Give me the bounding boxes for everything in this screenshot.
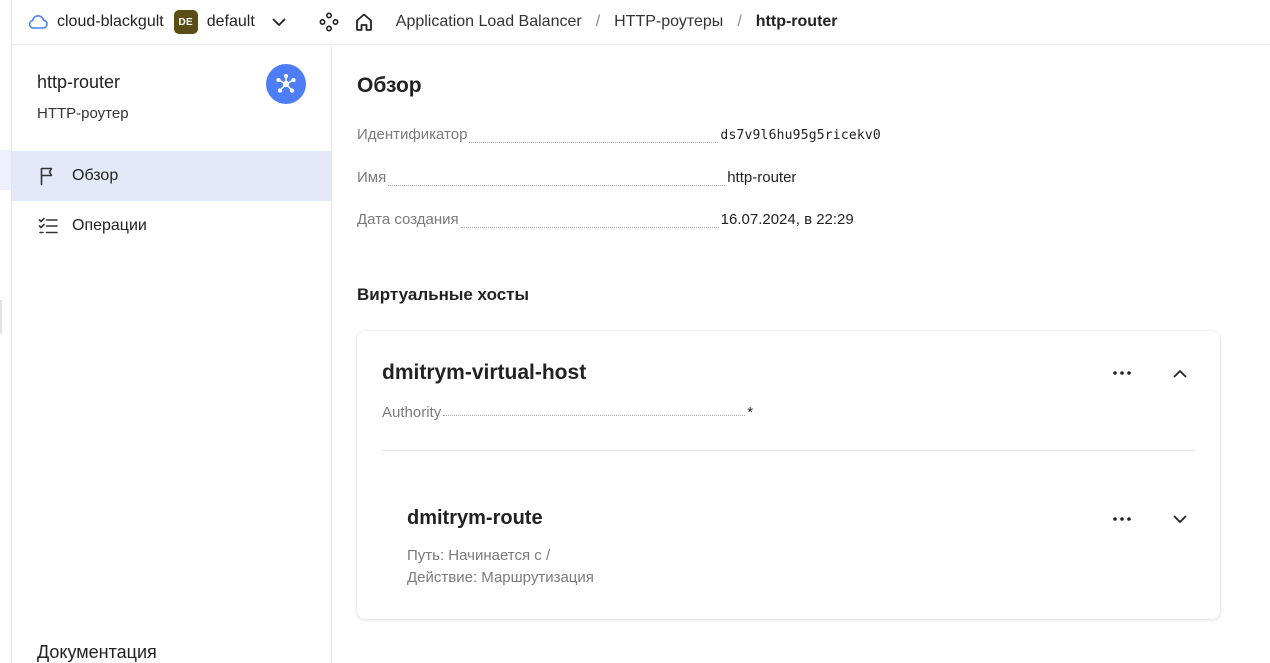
dotted-leader [443, 415, 746, 416]
property-row-id: Идентификатор ds7v9l6hu95g5ricekv0 [357, 126, 937, 148]
main-content: Обзор Идентификатор ds7v9l6hu95g5ricekv0… [332, 46, 1270, 663]
folder-avatar: DE [173, 10, 198, 34]
breadcrumb-alb[interactable]: Application Load Balancer [396, 13, 582, 31]
sidebar-title: http-router [37, 72, 121, 92]
property-key: Дата создания [357, 211, 459, 228]
chevron-down-icon[interactable] [270, 13, 288, 31]
property-key: Имя [357, 169, 387, 186]
sidebar-item-operations[interactable]: Операции [12, 201, 331, 251]
divider [382, 450, 1195, 451]
cloud-name[interactable]: cloud-blackgult [57, 13, 164, 31]
sidebar-item-label: Обзор [72, 167, 119, 184]
authority-row: Authority * [382, 404, 782, 421]
breadcrumb-separator: / [737, 13, 742, 30]
chevron-up-icon[interactable] [1167, 360, 1193, 386]
flag-icon [37, 165, 59, 187]
virtual-host-card: dmitrym-virtual-host Authority * dmitrym… [357, 331, 1220, 619]
cloud-icon [27, 11, 49, 33]
property-key: Идентификатор [357, 126, 468, 143]
dotted-leader [388, 185, 726, 186]
authority-key: Authority [382, 404, 442, 421]
property-value-id[interactable]: ds7v9l6hu95g5ricekv0 [720, 128, 881, 143]
breadcrumb-http-routers[interactable]: HTTP-роутеры [614, 13, 723, 31]
virtual-host-more-icon[interactable] [1109, 360, 1135, 386]
checklist-icon [37, 215, 59, 237]
top-header: cloud-blackgult DE default Application L… [12, 0, 1270, 45]
documentation-link[interactable]: Документация [37, 642, 157, 663]
folder-name[interactable]: default [207, 13, 255, 31]
chevron-down-icon[interactable] [1167, 506, 1193, 532]
dotted-leader [469, 142, 719, 143]
edge-highlight [0, 150, 11, 190]
property-value-created: 16.07.2024, в 22:29 [720, 211, 854, 228]
alb-service-icon [266, 64, 306, 104]
route-name: dmitrym-route [407, 507, 543, 529]
breadcrumb-current: http-router [755, 13, 838, 30]
authority-value: * [747, 404, 754, 421]
property-value-name: http-router [727, 169, 797, 186]
property-row-created: Дата создания 16.07.2024, в 22:29 [357, 211, 937, 233]
page-title: Обзор [357, 74, 422, 97]
left-edge-strip [0, 0, 12, 663]
sidebar-item-overview[interactable]: Обзор [12, 151, 331, 201]
property-row-name: Имя http-router [357, 169, 937, 191]
sidebar-subtitle: HTTP-роутер [37, 105, 129, 122]
route-path: Путь: Начинается с / [407, 547, 551, 564]
route-more-icon[interactable] [1109, 506, 1135, 532]
edge-marker [0, 300, 2, 334]
route-action: Действие: Маршрутизация [407, 569, 594, 586]
virtual-host-name: dmitrym-virtual-host [382, 361, 587, 384]
dotted-leader [460, 227, 719, 228]
home-icon[interactable] [353, 11, 375, 33]
breadcrumb-separator: / [595, 13, 601, 30]
breadcrumb: Application Load Balancer / HTTP-роутеры… [396, 13, 838, 31]
virtual-hosts-title: Виртуальные хосты [357, 285, 530, 304]
sidebar: http-router HTTP-роутер Обзор Операции Д… [12, 46, 332, 663]
services-icon[interactable] [318, 11, 340, 33]
sidebar-item-label: Операции [72, 217, 147, 234]
